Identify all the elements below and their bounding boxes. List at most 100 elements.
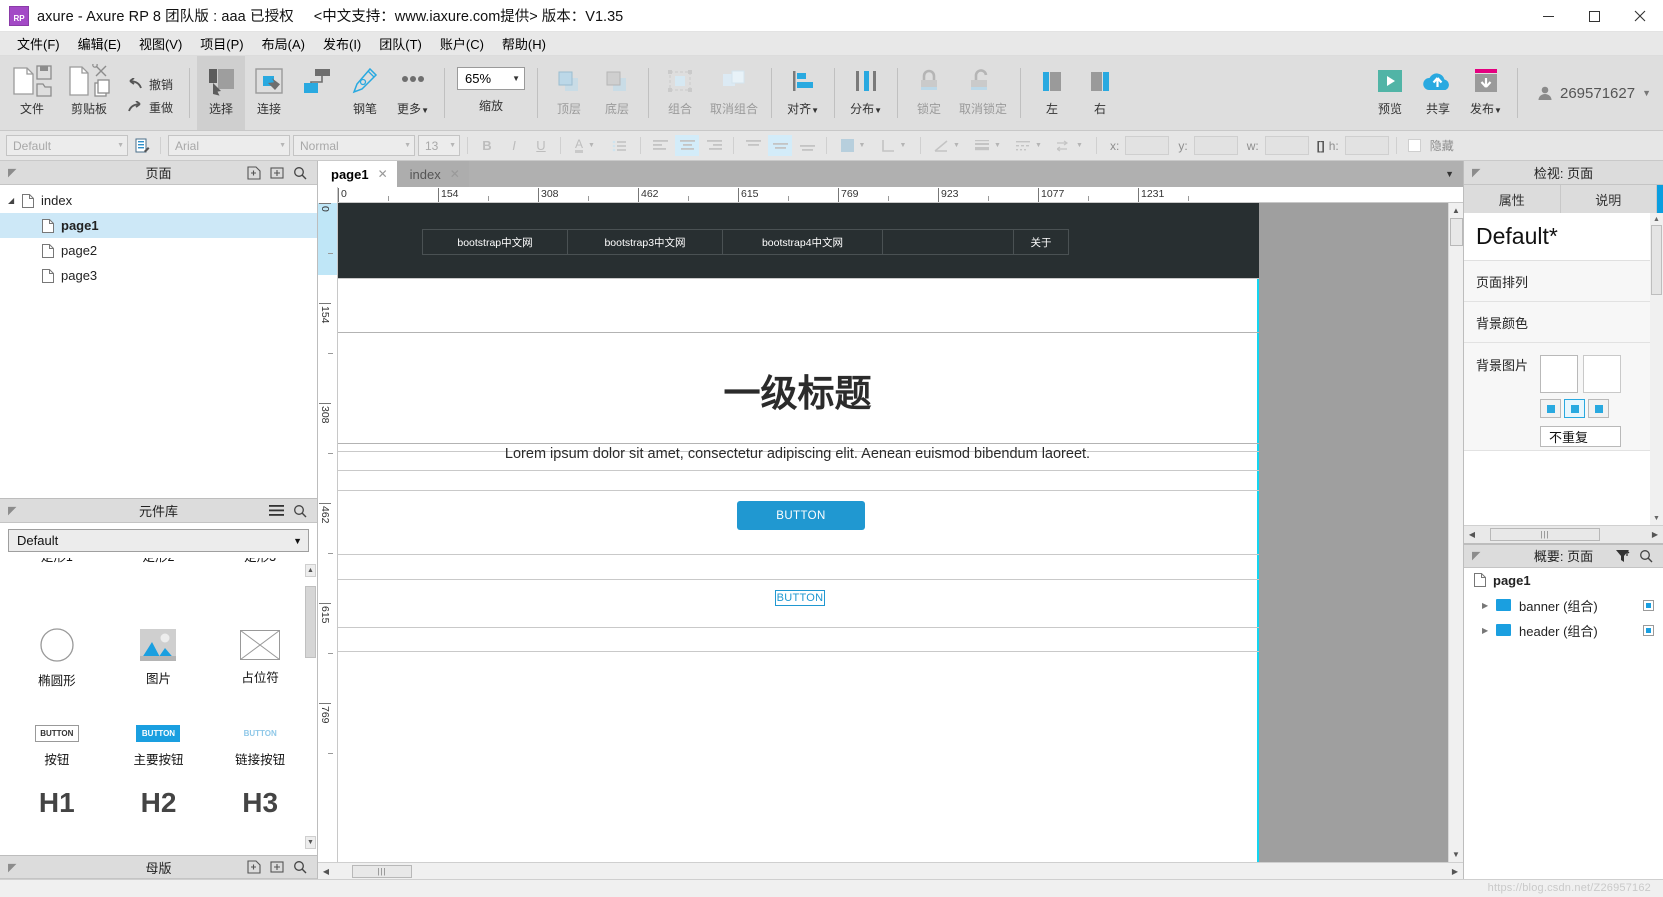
scroll-down-arrow-icon[interactable]: ▼ — [1650, 513, 1663, 525]
menu-account[interactable]: 账户(C) — [431, 31, 493, 56]
close-icon[interactable]: ✕ — [450, 167, 460, 181]
nav-item[interactable]: bootstrap中文网 — [422, 229, 568, 255]
inspector-vertical-scrollbar[interactable]: ▲ ▼ — [1650, 213, 1663, 525]
search-icon[interactable] — [293, 504, 307, 518]
library-clipped-cell[interactable]: 定形2 — [108, 558, 210, 572]
redo-button[interactable]: 重做 — [122, 96, 178, 119]
align-right-button[interactable]: 右 — [1076, 56, 1124, 130]
canvas-vscroll-thumb[interactable] — [1449, 218, 1463, 246]
canvas-viewport[interactable]: bootstrap中文网 bootstrap3中文网 bootstrap4中文网… — [338, 203, 1448, 862]
background-repeat-select[interactable]: 不重复 — [1540, 426, 1622, 447]
x-input[interactable] — [1125, 136, 1170, 155]
page-heading[interactable]: 一级标题 — [338, 363, 1257, 417]
scroll-right-arrow-icon[interactable]: ▶ — [1647, 530, 1663, 539]
library-scrollbar-thumb[interactable] — [305, 586, 316, 658]
style-select[interactable]: Default ▼ — [6, 135, 128, 156]
tab-properties[interactable]: 属性 — [1464, 185, 1561, 213]
inspector-horizontal-scrollbar[interactable]: ◀ ||| ▶ — [1464, 524, 1663, 544]
outline-item-header[interactable]: ▶ header (组合) — [1464, 617, 1663, 643]
ungroup-button[interactable]: 取消组合 — [704, 56, 764, 130]
library-scroll-down-button[interactable]: ▼ — [305, 836, 316, 849]
line-width-button[interactable]: ▼ — [969, 135, 1007, 156]
canvas-vertical-scrollbar[interactable]: ▲ ▼ — [1448, 203, 1463, 862]
connect-tool-button[interactable]: 连接 — [245, 56, 293, 130]
canvas-page[interactable]: bootstrap中文网 bootstrap3中文网 bootstrap4中文网… — [338, 203, 1259, 862]
shadow-button[interactable]: ▼ — [875, 135, 913, 156]
h-input[interactable] — [1344, 136, 1389, 155]
tile-option-stretch[interactable] — [1588, 399, 1610, 418]
outline-root[interactable]: page1 — [1464, 567, 1663, 593]
tree-item-page2[interactable]: page2 — [0, 238, 317, 263]
collapse-arrow-icon[interactable]: ◤ — [1472, 166, 1480, 179]
menu-file[interactable]: 文件(F) — [8, 31, 69, 56]
library-item-placeholder[interactable]: 占位符 — [209, 609, 311, 708]
tree-item-page1[interactable]: page1 — [0, 213, 317, 238]
menu-view[interactable]: 视图(V) — [130, 31, 191, 56]
lead-paragraph[interactable]: Lorem ipsum dolor sit amet, consectetur … — [338, 446, 1257, 462]
align-button[interactable]: 对齐▼ — [779, 56, 827, 130]
nav-bar[interactable]: bootstrap中文网 bootstrap3中文网 bootstrap4中文网… — [422, 229, 1069, 255]
canvas-horizontal-scrollbar[interactable]: ◀ ||| ▶ — [318, 862, 1463, 879]
collapse-arrow-icon[interactable]: ◤ — [8, 504, 16, 517]
menu-publish[interactable]: 发布(I) — [314, 31, 370, 56]
align-bottom-button[interactable] — [795, 135, 819, 156]
group-button[interactable]: 组合 — [656, 56, 704, 130]
visibility-checkbox[interactable] — [1643, 624, 1654, 636]
library-clipped-cell[interactable]: 定形3 — [209, 558, 311, 572]
menu-layout[interactable]: 布局(A) — [253, 31, 314, 56]
font-family-select[interactable]: Arial ▼ — [168, 135, 290, 156]
font-size-select[interactable]: 13 ▼ — [418, 135, 460, 156]
distribute-button[interactable]: 分布▼ — [842, 56, 890, 130]
tab-index[interactable]: index ✕ — [396, 161, 469, 187]
menu-project[interactable]: 项目(P) — [191, 31, 252, 56]
library-item-h1[interactable]: H1 — [6, 787, 108, 856]
align-right-text-button[interactable] — [702, 135, 726, 156]
search-icon[interactable] — [293, 166, 307, 180]
library-item-h2[interactable]: H2 — [108, 787, 210, 856]
scroll-up-arrow-icon[interactable]: ▲ — [1650, 213, 1663, 225]
clipboard-toolbar-button[interactable]: 剪贴板 — [60, 56, 118, 130]
undo-button[interactable]: 撤销 — [122, 73, 178, 96]
bullet-list-button[interactable] — [605, 135, 633, 156]
link-tool-button[interactable]: 连接 — [293, 56, 341, 130]
tab-notes[interactable]: 说明 — [1561, 185, 1657, 213]
tile-option-topleft[interactable] — [1540, 399, 1562, 418]
vertical-ruler[interactable]: 0 154 308 462 615 769 — [318, 203, 338, 862]
search-icon[interactable] — [1639, 549, 1653, 563]
lock-button[interactable]: 锁定 — [905, 56, 953, 130]
nav-item[interactable]: bootstrap3中文网 — [567, 229, 723, 255]
inspector-scroll-thumb[interactable] — [1651, 225, 1662, 295]
hscroll-thumb[interactable]: ||| — [352, 864, 412, 878]
line-dash-button[interactable]: ▼ — [1010, 135, 1048, 156]
link-button[interactable]: BUTTON — [775, 590, 825, 606]
search-icon[interactable] — [293, 860, 307, 874]
y-input[interactable] — [1193, 136, 1238, 155]
unlock-button[interactable]: 取消锁定 — [953, 56, 1013, 130]
more-tools-button[interactable]: 更多▼ — [389, 56, 437, 130]
inspector-hscroll-track[interactable]: ||| — [1480, 527, 1647, 542]
hscroll-track[interactable]: ||| — [334, 863, 1447, 879]
font-weight-select[interactable]: Normal ▼ — [293, 135, 415, 156]
library-item-image[interactable]: 图片 — [108, 609, 210, 708]
collapse-arrow-icon[interactable]: ◤ — [1472, 549, 1480, 562]
maximize-button[interactable] — [1571, 0, 1617, 32]
italic-button[interactable]: I — [502, 135, 526, 156]
nav-item-about[interactable]: 关于 — [1013, 229, 1069, 255]
expand-arrow-icon[interactable]: ◢ — [8, 196, 22, 205]
library-item-link-button[interactable]: BUTTON 链接按钮 — [209, 707, 311, 787]
align-top-button[interactable] — [741, 135, 765, 156]
font-color-button[interactable]: A ▼ — [568, 135, 602, 156]
align-left-button[interactable]: 左 — [1028, 56, 1076, 130]
background-color-row[interactable]: 背景颜色 — [1464, 302, 1663, 343]
primary-button[interactable]: BUTTON — [737, 501, 865, 530]
w-input[interactable] — [1264, 136, 1309, 155]
scroll-up-arrow-icon[interactable]: ▲ — [1452, 203, 1460, 218]
bring-front-button[interactable]: 顶层 — [545, 56, 593, 130]
file-toolbar-button[interactable]: 文件 — [4, 56, 60, 130]
add-folder-icon[interactable] — [270, 860, 284, 874]
page-arrangement-row[interactable]: 页面排列 — [1464, 261, 1663, 302]
style-manager-button[interactable] — [131, 135, 153, 156]
page-style-value[interactable]: Default* — [1464, 213, 1663, 261]
close-button[interactable] — [1617, 0, 1663, 32]
scroll-down-arrow-icon[interactable]: ▼ — [1452, 847, 1460, 862]
